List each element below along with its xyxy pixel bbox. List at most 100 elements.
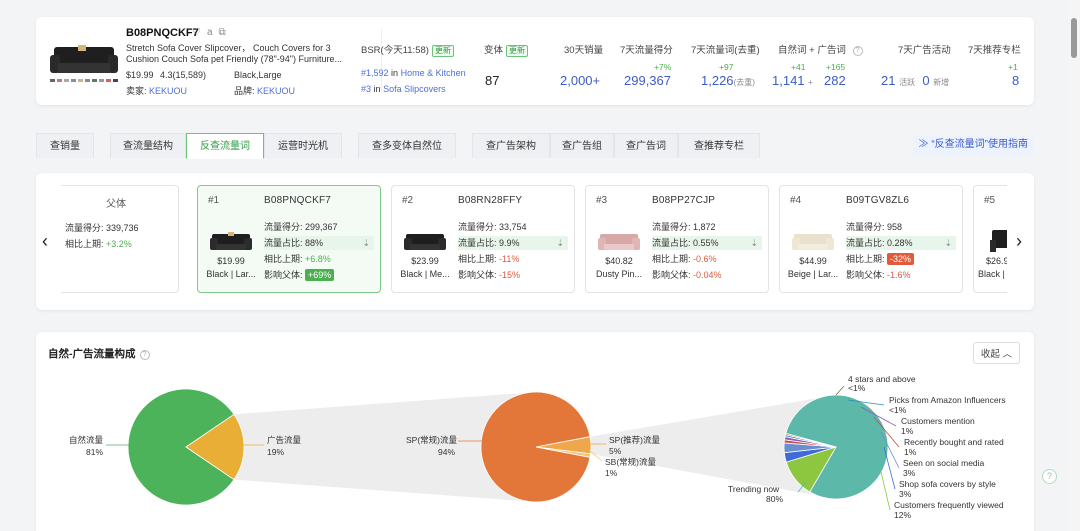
variants-value: 87 bbox=[485, 73, 500, 88]
bsr-rank-1: #1,592 in Home & Kitchen bbox=[361, 68, 466, 78]
traffic7-delta: +7% bbox=[654, 62, 672, 72]
variants-label: 变体 更新 bbox=[484, 42, 529, 57]
variant-asin[interactable]: B08PP27CJP bbox=[652, 195, 715, 206]
seller-link[interactable]: KEKUOU bbox=[149, 86, 187, 96]
bsr-label: BSR(今天11:58) 更新 bbox=[361, 42, 454, 57]
help-icon[interactable]: ? bbox=[852, 46, 863, 56]
pie-label: 81% bbox=[86, 447, 103, 457]
sort-icon[interactable]: ⇣ bbox=[944, 236, 952, 250]
pie-label: 12% bbox=[894, 510, 911, 520]
pie-label: <1% bbox=[848, 383, 866, 393]
variant-image bbox=[210, 232, 252, 250]
rec-delta: +1 bbox=[1008, 62, 1018, 72]
variants-update-button[interactable]: 更新 bbox=[506, 45, 529, 57]
variant-image bbox=[792, 234, 834, 250]
tab-recommendations[interactable]: 查推荐专栏 bbox=[678, 133, 760, 158]
carousel-next-icon[interactable]: › bbox=[1016, 231, 1022, 252]
product-title[interactable]: Stretch Sofa Cover Slipcover， Couch Cove… bbox=[126, 43, 376, 65]
tab-time-machine[interactable]: 运营时光机 bbox=[264, 133, 342, 158]
kw7-label: 7天流量词(去重) bbox=[691, 45, 760, 56]
variant-asin[interactable]: B08PNQCKF7 bbox=[264, 195, 331, 206]
guide-link[interactable]: ≫ “反查流量词”使用指南 bbox=[912, 135, 1034, 155]
rec-label: 7天推荐专栏 bbox=[968, 45, 1021, 56]
pie-label: 1% bbox=[605, 468, 618, 478]
tab-ad-keywords[interactable]: 查广告词 bbox=[614, 133, 678, 158]
sort-icon[interactable]: ⇣ bbox=[556, 236, 564, 250]
pie-label: Recently bought and rated bbox=[904, 437, 1004, 447]
pie-label: SP(常规)流量 bbox=[406, 435, 458, 445]
rec-value[interactable]: 8 bbox=[1012, 73, 1019, 88]
tab-ad-structure[interactable]: 查广告架构 bbox=[472, 133, 550, 158]
variant-card[interactable]: #2 B08RN28FFY $23.99 Black | Me... 流量得分:… bbox=[391, 185, 575, 293]
bsr-category-2-link[interactable]: Sofa Slipcovers bbox=[383, 84, 446, 94]
sales30-value: 2,000+ bbox=[560, 73, 601, 88]
organic-ad-label: 自然词 + 广告词 ? bbox=[778, 42, 863, 56]
product-rating: 4.3(15,589) bbox=[160, 70, 207, 80]
sort-icon[interactable]: ⇣ bbox=[362, 236, 370, 250]
pie-label: Picks from Amazon Influencers bbox=[889, 395, 1006, 405]
copy-icon[interactable]: ⧉ bbox=[219, 27, 226, 38]
chevron-down-icon: ≫ bbox=[918, 139, 932, 150]
parent-card[interactable]: 父体 流量得分: 339,736 相比上期: +3.2% bbox=[61, 185, 179, 293]
kw7-value[interactable]: 1,226(去重) bbox=[701, 73, 755, 88]
pie-charts: 自然流量 81% 广告流量 19% SP(常规)流量 94% SP(推荐)流量5%SB(常规… bbox=[69, 374, 1006, 520]
pie-label: 1% bbox=[904, 447, 917, 457]
scrollbar[interactable] bbox=[1068, 0, 1080, 531]
pie-label: 广告流量 bbox=[267, 435, 302, 445]
tab-reverse-keywords[interactable]: 反查流量词 bbox=[186, 133, 264, 159]
tab-sales[interactable]: 查销量 bbox=[36, 133, 94, 158]
carousel-prev-icon[interactable]: ‹ bbox=[42, 231, 48, 252]
bsr-update-button[interactable]: 更新 bbox=[431, 45, 454, 57]
leader-line bbox=[880, 471, 891, 511]
product-summary-card: B08PNQCKF7 ♡ a ⧉ Stretch Sofa Cover Slip… bbox=[36, 17, 1034, 105]
traffic-composition-section: 自然-广告流量构成? 收起 ︿ 自然流量 81% 广告流量 19% SP(常规)流量 94… bbox=[36, 332, 1034, 531]
variant-card[interactable]: #1 B08PNQCKF7 $19.99 Black | Lar... 流量得分… bbox=[197, 185, 381, 293]
product-variant: Black,Large bbox=[234, 70, 282, 80]
pie-label: Seen on social media bbox=[903, 458, 985, 468]
tab-bar: 查销量 查流量结构 反查流量词 运营时光机 查多变体自然位 查广告架构 查广告组… bbox=[36, 133, 1034, 159]
ad-value[interactable]: 282 bbox=[824, 73, 846, 88]
pie-label: 3% bbox=[903, 468, 916, 478]
parent-label: 父体 bbox=[106, 199, 126, 210]
tab-traffic-structure[interactable]: 查流量结构 bbox=[110, 133, 186, 158]
sort-icon[interactable]: ⇣ bbox=[750, 236, 758, 250]
help-float-icon[interactable]: ? bbox=[1042, 469, 1057, 484]
product-thumbnail bbox=[50, 45, 118, 82]
pie-label: 5% bbox=[609, 446, 622, 456]
brand-row: 品牌: KEKUOU bbox=[234, 86, 296, 96]
product-asin[interactable]: B08PNQCKF7 bbox=[126, 27, 199, 39]
variant-card[interactable]: #4 B09TGV8ZL6 $44.99 Beige | Lar... 流量得分… bbox=[779, 185, 963, 293]
parent-prev: 相比上期: +3.2% bbox=[65, 239, 132, 249]
parent-score: 流量得分: 339,736 bbox=[65, 223, 139, 233]
favorite-icon[interactable]: ♡ bbox=[192, 27, 201, 38]
adact-label: 7天广告活动 bbox=[898, 45, 951, 56]
brand-link[interactable]: KEKUOU bbox=[257, 86, 295, 96]
pie-label: SP(推荐)流量 bbox=[609, 435, 661, 445]
variant-carousel: ‹ › 父体 流量得分: 339,736 相比上期: +3.2% #1 B08P… bbox=[36, 173, 1034, 310]
variant-asin[interactable]: B09TGV8ZL6 bbox=[846, 195, 909, 206]
pie-label: 80% bbox=[766, 494, 783, 504]
tab-ad-groups[interactable]: 查广告组 bbox=[550, 133, 614, 158]
seller-row: 卖家: KEKUOU bbox=[126, 86, 188, 96]
amazon-icon[interactable]: a bbox=[207, 27, 213, 38]
pie-label: Customers frequently viewed bbox=[894, 500, 1004, 510]
traffic7-value[interactable]: 299,367 bbox=[624, 73, 671, 88]
product-price: $19.99 bbox=[126, 70, 154, 80]
variant-asin[interactable]: B08RN28FFY bbox=[458, 195, 522, 206]
organic-delta: +41 bbox=[791, 62, 806, 72]
variant-card[interactable]: #3 B08PP27CJP $40.82 Dusty Pin... 流量得分: … bbox=[585, 185, 769, 293]
adact-values[interactable]: 21 活跃 0 新增 bbox=[881, 73, 949, 88]
pie-label: Trending now bbox=[728, 484, 780, 494]
pie-label: 自然流量 bbox=[69, 435, 104, 445]
pie-label: 94% bbox=[438, 447, 455, 457]
traffic7-label: 7天流量得分 bbox=[620, 45, 673, 56]
scrollbar-thumb[interactable] bbox=[1071, 18, 1077, 58]
pie-label: 1% bbox=[901, 426, 914, 436]
ad-delta: +165 bbox=[826, 62, 846, 72]
tab-variant-organic[interactable]: 查多变体自然位 bbox=[358, 133, 456, 158]
variant-card-clipped[interactable]: #5 $26.9 Black | bbox=[973, 185, 1007, 293]
bsr-category-1-link[interactable]: Home & Kitchen bbox=[401, 68, 466, 78]
pie-label: SB(常规)流量 bbox=[605, 457, 657, 467]
organic-value[interactable]: 1,141 + bbox=[772, 73, 813, 88]
pie-label: 19% bbox=[267, 447, 284, 457]
